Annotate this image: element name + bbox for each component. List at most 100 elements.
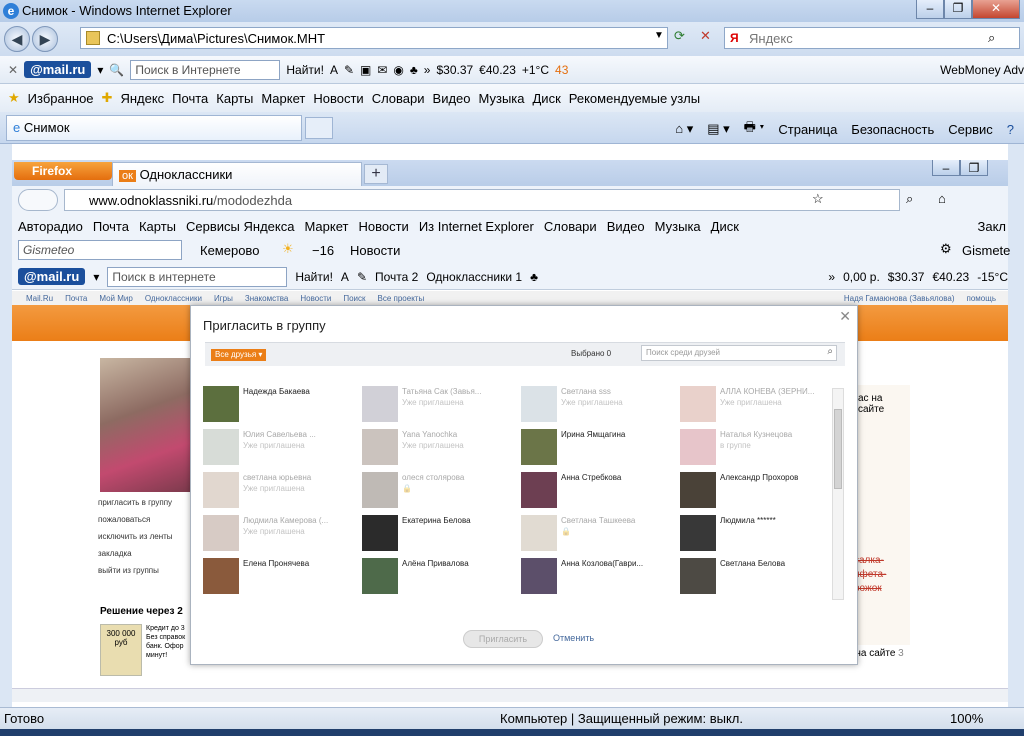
- ff-money[interactable]: 0,00 р.: [843, 270, 880, 284]
- ff-bm-market[interactable]: Маркет: [304, 219, 348, 234]
- webmoney-link[interactable]: WebMoney Adv: [940, 63, 1024, 77]
- action-exclude[interactable]: исключить из ленты: [98, 532, 190, 549]
- fav-video[interactable]: Видео: [433, 91, 471, 106]
- ok-icon[interactable]: ◉: [393, 63, 403, 77]
- refresh-icon[interactable]: ⟳: [674, 28, 685, 44]
- friend-avatar[interactable]: [203, 472, 239, 508]
- address-dropdown-icon[interactable]: ▼: [654, 30, 664, 41]
- action-bookmark[interactable]: закладка: [98, 549, 190, 566]
- friends-scrollbar[interactable]: [832, 388, 844, 600]
- new-tab-button[interactable]: [305, 117, 333, 139]
- friend-avatar[interactable]: [203, 558, 239, 594]
- help-icon[interactable]: ?: [1007, 122, 1014, 137]
- toolbar-close-icon[interactable]: ✕: [8, 63, 18, 77]
- bookmark-star-icon[interactable]: ☆: [812, 191, 824, 207]
- ff-bm-yandex-services[interactable]: Сервисы Яндекса: [186, 219, 294, 234]
- ok-nav-search[interactable]: Поиск: [343, 294, 365, 303]
- friend-card[interactable]: Юлия Савельева ... Уже приглашена: [203, 425, 361, 465]
- friend-card[interactable]: Светлана Ташкеева 🔒: [521, 511, 679, 551]
- ad-title[interactable]: Решение через 2: [100, 606, 183, 617]
- friend-avatar[interactable]: [680, 472, 716, 508]
- invite-button[interactable]: Пригласить: [463, 630, 543, 648]
- action-report[interactable]: пожаловаться: [98, 515, 190, 532]
- mailru-search-input[interactable]: Поиск в Интернете: [130, 59, 281, 80]
- maximize-button[interactable]: ❐: [944, 0, 972, 19]
- ok-nav-dating[interactable]: Знакомства: [245, 294, 289, 303]
- friend-card[interactable]: Александр Прохоров: [680, 468, 829, 508]
- ff-bm-maps[interactable]: Карты: [139, 219, 176, 234]
- add-favorite-icon[interactable]: ✚: [102, 90, 113, 106]
- ff-search-icon[interactable]: ⌕: [906, 191, 913, 207]
- ff-ok-link[interactable]: Одноклассники 1: [426, 270, 522, 284]
- ff-dropdown-icon[interactable]: ▾: [93, 270, 99, 284]
- friend-card[interactable]: Алёна Привалова: [362, 554, 520, 594]
- friend-card[interactable]: Наталья Кузнецова в группе: [680, 425, 829, 465]
- fav-yandex[interactable]: Яндекс: [120, 91, 164, 106]
- ff-bm-zakl[interactable]: Закл: [977, 219, 1008, 234]
- ok-nav-myworld[interactable]: Мой Мир: [99, 294, 132, 303]
- modal-close-icon[interactable]: ✕: [839, 308, 851, 325]
- address-input[interactable]: C:\Users\Дима\Pictures\Снимок.MHT: [80, 27, 668, 49]
- ff-eur[interactable]: €40.23: [932, 270, 969, 284]
- ff-font-icon[interactable]: A: [341, 270, 349, 284]
- friend-avatar[interactable]: [203, 515, 239, 551]
- ad-amount[interactable]: 300 000 руб: [100, 624, 142, 676]
- ok-nav-ok[interactable]: Одноклассники: [145, 294, 202, 303]
- friend-search-input[interactable]: Поиск среди друзей ⌕: [641, 345, 837, 361]
- ff-minimize-button[interactable]: –: [932, 160, 960, 176]
- home-icon[interactable]: ⌂ ▾: [675, 121, 693, 137]
- friend-avatar[interactable]: [521, 429, 557, 465]
- eur-rate[interactable]: €40.23: [479, 63, 516, 77]
- weather-value[interactable]: +1°C: [522, 63, 549, 77]
- friend-avatar[interactable]: [521, 472, 557, 508]
- friend-search-icon[interactable]: ⌕: [827, 346, 833, 357]
- temp-value[interactable]: −16: [312, 243, 334, 258]
- friend-avatar[interactable]: [680, 558, 716, 594]
- ff-more-icon[interactable]: »: [828, 270, 835, 284]
- dropdown-icon[interactable]: ▾: [97, 63, 103, 77]
- fav-recommended[interactable]: Рекомендуемые узлы: [569, 91, 700, 106]
- friend-avatar[interactable]: [203, 429, 239, 465]
- page-menu[interactable]: Страница: [778, 122, 837, 137]
- more-icon[interactable]: »: [424, 63, 431, 77]
- gismeteo-input[interactable]: Gismeteo: [18, 240, 182, 260]
- service-menu[interactable]: Сервис: [948, 122, 993, 137]
- fav-disk[interactable]: Диск: [533, 91, 561, 106]
- ff-bm-disk[interactable]: Диск: [711, 219, 739, 234]
- fav-news[interactable]: Новости: [313, 91, 363, 106]
- gear-icon[interactable]: ⚙: [940, 241, 952, 257]
- mail-icon[interactable]: ✉: [377, 63, 387, 77]
- friend-card[interactable]: Елена Пронячева: [203, 554, 361, 594]
- fav-maps[interactable]: Карты: [216, 91, 253, 106]
- ff-bm-dict[interactable]: Словари: [544, 219, 597, 234]
- horizontal-scrollbar[interactable]: [12, 688, 1008, 702]
- action-invite[interactable]: пригласить в группу: [98, 498, 190, 515]
- friend-card[interactable]: Светлана sss Уже приглашена: [521, 382, 679, 422]
- friend-card[interactable]: АЛЛА КОНЕВА (ЗЕРНИ... Уже приглашена: [680, 382, 829, 422]
- back-button[interactable]: ◀: [4, 26, 30, 52]
- ok-nav-mail[interactable]: Почта: [65, 294, 87, 303]
- zoom-level[interactable]: 100%: [950, 711, 983, 726]
- ff-bm-music[interactable]: Музыка: [655, 219, 701, 234]
- ok-nav-all[interactable]: Все проекты: [378, 294, 425, 303]
- ff-bm-ie[interactable]: Из Internet Explorer: [419, 219, 534, 234]
- friend-card[interactable]: Надежда Бакаева: [203, 382, 361, 422]
- ok-nav-news[interactable]: Новости: [300, 294, 331, 303]
- rss-icon[interactable]: ▤ ▾: [707, 121, 729, 137]
- friend-avatar[interactable]: [680, 515, 716, 551]
- mailru-logo[interactable]: @mail.ru: [24, 61, 92, 78]
- favorites-button[interactable]: Избранное: [28, 91, 94, 106]
- ff-maximize-button[interactable]: ❐: [960, 160, 988, 176]
- online-link[interactable]: ас на сайте: [858, 393, 910, 415]
- fav-music[interactable]: Музыка: [479, 91, 525, 106]
- friend-avatar[interactable]: [362, 472, 398, 508]
- minimize-button[interactable]: –: [916, 0, 944, 19]
- friend-avatar[interactable]: [680, 429, 716, 465]
- ff-games-icon[interactable]: ♣: [530, 270, 538, 284]
- friend-card[interactable]: Людмила ******: [680, 511, 829, 551]
- friend-card[interactable]: Анна Стребкова: [521, 468, 679, 508]
- ff-bm-autoradio[interactable]: Авторадио: [18, 219, 83, 234]
- friend-avatar[interactable]: [521, 386, 557, 422]
- firefox-url-input[interactable]: www.odnoklassniki.ru/mododezhda: [64, 189, 900, 211]
- games-icon[interactable]: ♣: [410, 63, 418, 77]
